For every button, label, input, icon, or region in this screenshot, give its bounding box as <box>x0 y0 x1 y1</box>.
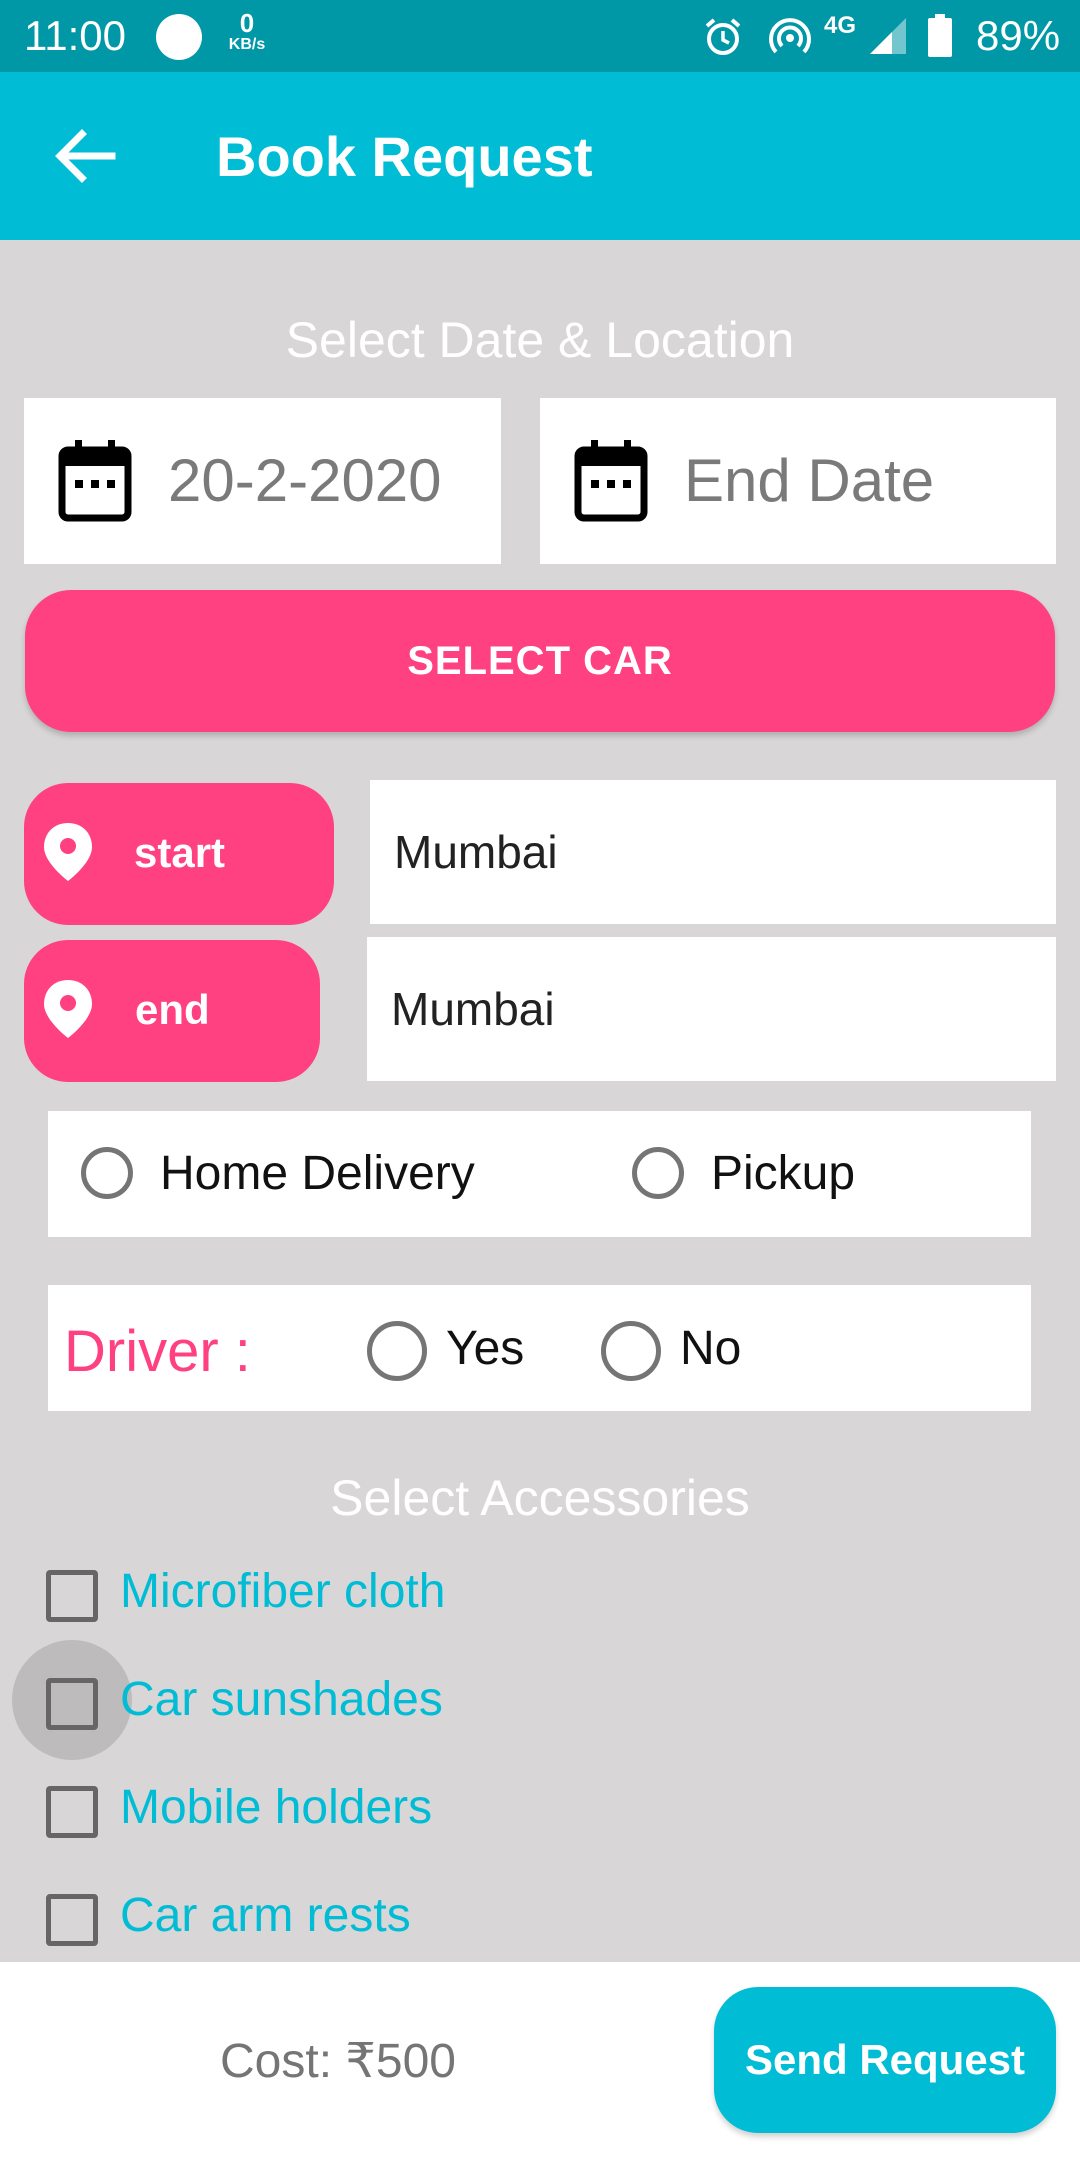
send-request-button[interactable]: Send Request <box>714 1987 1056 2133</box>
status-bar: 11:00 0 KB/s 4G 89% <box>0 0 1080 72</box>
signal-icon <box>870 18 906 54</box>
start-location-button[interactable]: start <box>24 783 334 925</box>
pickup-radio[interactable] <box>632 1147 684 1199</box>
accessory-label[interactable]: Car sunshades <box>120 1670 443 1730</box>
net-speed-value: 0 <box>239 8 255 38</box>
accessory-label[interactable]: Car arm rests <box>120 1886 411 1946</box>
end-location-button[interactable]: end <box>24 940 320 1082</box>
battery-icon <box>928 14 952 57</box>
date-location-heading: Select Date & Location <box>285 312 795 368</box>
start-location-input[interactable]: Mumbai <box>370 780 1056 924</box>
select-car-button[interactable]: SELECT CAR <box>25 590 1055 732</box>
car-sunshades-checkbox[interactable] <box>46 1678 98 1730</box>
delivery-type-group: Home Delivery Pickup <box>48 1111 1031 1237</box>
start-date-field[interactable]: 20-2-2020 <box>24 398 501 564</box>
accessory-row[interactable]: Car sunshades <box>0 1650 1080 1750</box>
alarm-icon <box>705 18 741 55</box>
cost-label: Cost: <box>220 2035 333 2088</box>
net-speed: 0 KB/s <box>222 10 272 54</box>
driver-group: Driver : Yes No <box>48 1285 1031 1411</box>
home-delivery-radio[interactable] <box>81 1147 133 1199</box>
end-location-value: Mumbai <box>391 983 555 1035</box>
accessory-label[interactable]: Microfiber cloth <box>120 1562 445 1622</box>
accessories-heading: Select Accessories <box>330 1470 750 1526</box>
bottom-bar: Cost: ₹500 Send Request <box>0 1962 1080 2160</box>
pickup-label[interactable]: Pickup <box>711 1144 855 1204</box>
end-date-placeholder: End Date <box>684 447 935 514</box>
location-pin-icon <box>44 823 92 881</box>
start-location-label: start <box>134 829 226 876</box>
cost-display: Cost: ₹500 <box>220 2032 456 2092</box>
battery-percent: 89% <box>976 12 1061 59</box>
end-location-label: end <box>135 986 210 1033</box>
network-type: 4G <box>824 12 857 39</box>
end-date-field[interactable]: End Date <box>540 398 1056 564</box>
driver-no-radio[interactable] <box>601 1321 661 1381</box>
net-speed-unit: KB/s <box>228 36 266 53</box>
calendar-icon <box>58 440 132 522</box>
accessory-row[interactable]: Microfiber cloth <box>0 1542 1080 1642</box>
end-location-input[interactable]: Mumbai <box>367 937 1056 1081</box>
notification-dot-icon <box>156 14 202 60</box>
home-delivery-label[interactable]: Home Delivery <box>160 1144 475 1204</box>
calendar-icon <box>574 440 648 522</box>
arrow-back-icon[interactable] <box>52 126 120 186</box>
accessory-row[interactable]: Mobile holders <box>0 1758 1080 1858</box>
start-location-value: Mumbai <box>394 826 558 878</box>
microfiber-cloth-checkbox[interactable] <box>46 1570 98 1622</box>
status-time: 11:00 <box>24 12 126 59</box>
accessory-row[interactable]: Car arm rests <box>0 1866 1080 1966</box>
hotspot-icon <box>769 18 811 54</box>
location-pin-icon <box>44 980 92 1038</box>
page-title: Book Request <box>216 125 593 188</box>
driver-label: Driver : <box>64 1319 251 1384</box>
cost-value: ₹500 <box>345 2035 456 2088</box>
mobile-holders-checkbox[interactable] <box>46 1786 98 1838</box>
accessory-label[interactable]: Mobile holders <box>120 1778 432 1838</box>
driver-yes-label[interactable]: Yes <box>446 1319 524 1379</box>
driver-no-label[interactable]: No <box>680 1319 741 1379</box>
car-arm-rests-checkbox[interactable] <box>46 1894 98 1946</box>
driver-yes-radio[interactable] <box>367 1321 427 1381</box>
start-date-value: 20-2-2020 <box>168 447 442 514</box>
